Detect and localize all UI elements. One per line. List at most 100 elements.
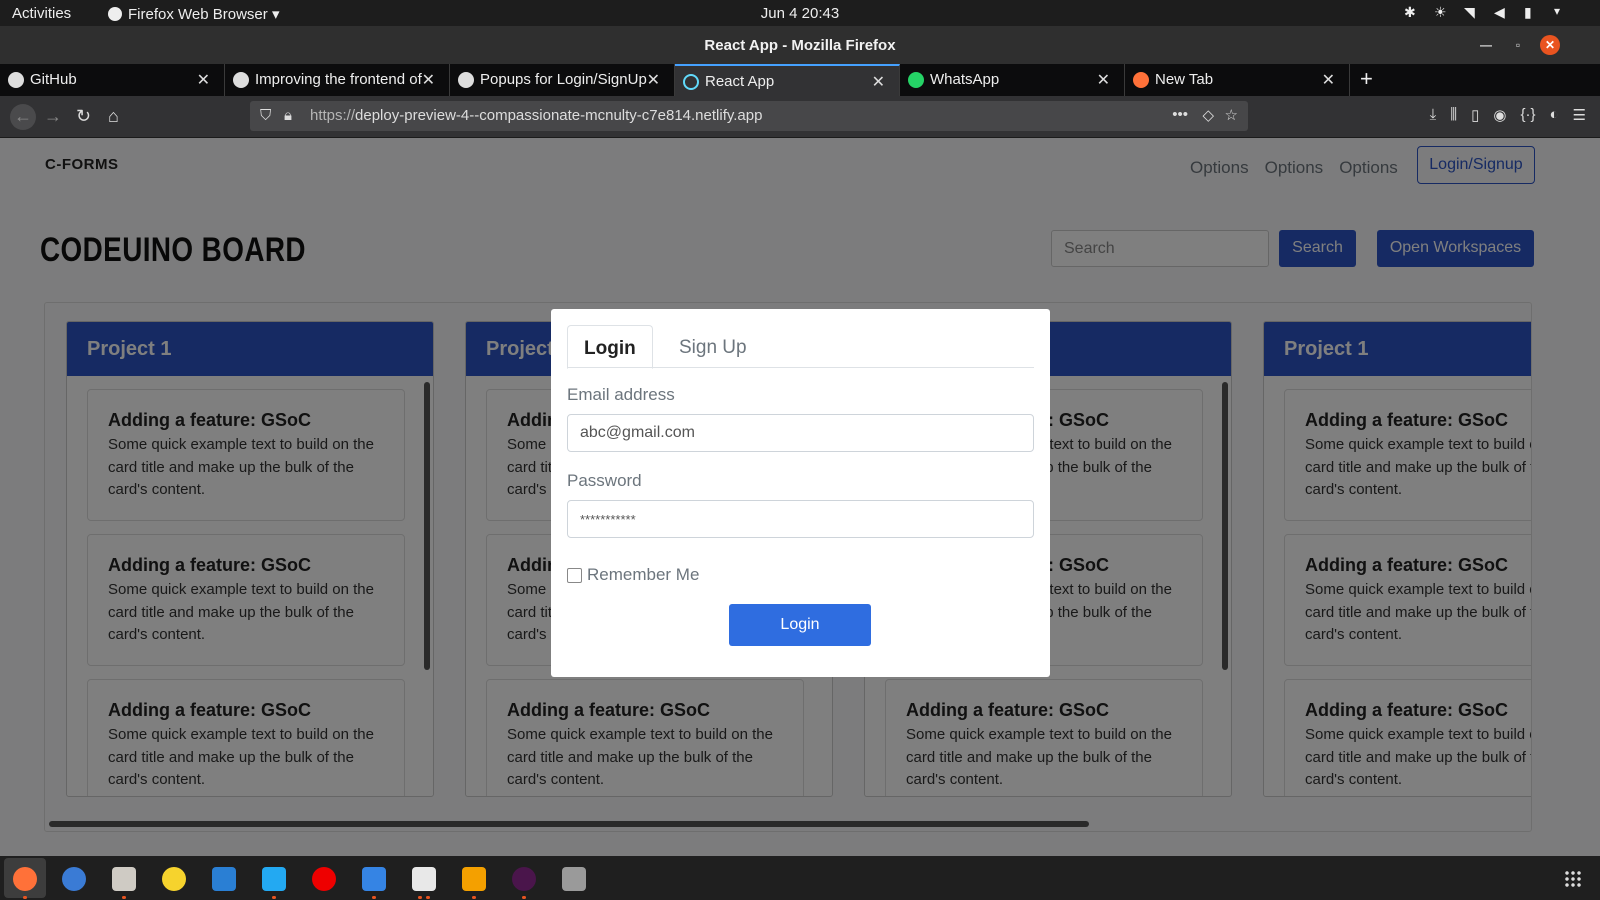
- running-indicator: [122, 896, 126, 899]
- firefox-icon: [1133, 72, 1149, 88]
- back-icon[interactable]: ←: [10, 104, 36, 130]
- window-title: React App - Mozilla Firefox: [704, 37, 896, 54]
- slides-icon[interactable]: [462, 867, 486, 891]
- url-host: deploy-preview-4--compassionate-mcnulty-…: [355, 107, 763, 124]
- address-bar[interactable]: ⛉ 🔒︎ https://deploy-preview-4--compassio…: [250, 101, 1248, 131]
- login-modal: Login Sign Up Email address abc@gmail.co…: [551, 309, 1050, 677]
- close-tab-icon[interactable]: ✕: [422, 70, 435, 90]
- activities-button[interactable]: Activities: [12, 5, 71, 22]
- tab-new-tab[interactable]: New Tab ✕: [1125, 64, 1350, 96]
- show-apps-icon[interactable]: [1564, 870, 1582, 888]
- forward-icon[interactable]: →: [44, 106, 62, 127]
- firefox-icon: [108, 7, 122, 21]
- system-top-bar: Activities Firefox Web Browser ▾ Jun 4 2…: [0, 0, 1600, 26]
- taskbar-dock: [0, 856, 1600, 900]
- disk-icon[interactable]: [562, 867, 586, 891]
- github-icon: [458, 72, 474, 88]
- text-editor-icon[interactable]: [362, 867, 386, 891]
- library-icon[interactable]: ⫼: [1450, 106, 1457, 124]
- caret-down-icon: ▾: [271, 6, 280, 23]
- tab-label: WhatsApp: [930, 71, 1000, 88]
- tab-improving-frontend[interactable]: Improving the frontend of ✕: [225, 64, 450, 96]
- system-tray[interactable]: ✱ ☀ ◥ ◀ ▮ ▾: [1404, 4, 1570, 20]
- maximize-icon[interactable]: ▫: [1508, 35, 1528, 55]
- email-field[interactable]: abc@gmail.com: [567, 414, 1034, 452]
- running-indicator: [23, 896, 27, 899]
- tab-label: React App: [705, 73, 775, 90]
- password-field[interactable]: ***********: [567, 500, 1034, 538]
- wifi-icon[interactable]: ◥: [1464, 4, 1480, 20]
- running-indicator: [418, 896, 422, 899]
- shield-icon[interactable]: ⛉: [260, 107, 271, 124]
- pocket-icon[interactable]: ◇: [1202, 106, 1214, 124]
- reload-icon[interactable]: ↻: [76, 106, 91, 127]
- tab-login[interactable]: Login: [567, 325, 653, 369]
- close-tab-icon[interactable]: ✕: [1097, 70, 1110, 90]
- slack-tray-icon[interactable]: ✱: [1404, 4, 1420, 20]
- running-indicator: [272, 896, 276, 899]
- tab-react-app[interactable]: React App ✕: [675, 64, 900, 96]
- impress-icon[interactable]: [412, 867, 436, 891]
- react-icon: [683, 74, 699, 90]
- menu-icon[interactable]: ☰: [1573, 106, 1586, 124]
- remember-me-row: Remember Me: [567, 565, 699, 585]
- web-page: C-FORMS Options Options Options Login/Si…: [0, 138, 1600, 856]
- new-tab-button[interactable]: +: [1350, 64, 1373, 96]
- running-indicator: [522, 896, 526, 899]
- modal-login-button[interactable]: Login: [729, 604, 871, 646]
- running-indicator: [472, 896, 476, 899]
- running-indicator: [426, 896, 430, 899]
- home-icon[interactable]: ⌂: [108, 106, 119, 127]
- sidebar-icon[interactable]: ▯: [1471, 106, 1479, 124]
- bookmark-star-icon[interactable]: ☆: [1225, 106, 1238, 124]
- password-label: Password: [567, 471, 642, 490]
- tab-label: New Tab: [1155, 71, 1214, 88]
- tab-whatsapp[interactable]: WhatsApp ✕: [900, 64, 1125, 96]
- tab-label: Popups for Login/SignUp: [480, 71, 647, 88]
- navigation-toolbar: ← → ↻ ⌂ ⛉ 🔒︎ https://deploy-preview-4--c…: [0, 96, 1600, 138]
- vscode-icon[interactable]: [262, 867, 286, 891]
- remember-me-checkbox[interactable]: [567, 567, 582, 583]
- whatsapp-icon: [908, 72, 924, 88]
- firefox-icon[interactable]: [13, 867, 37, 891]
- app-menu[interactable]: Firefox Web Browser ▾: [108, 5, 279, 23]
- files-icon[interactable]: [112, 867, 136, 891]
- power-menu-icon[interactable]: ▾: [1554, 4, 1570, 20]
- rhythmbox-icon[interactable]: [162, 867, 186, 891]
- app-menu-label: Firefox Web Browser: [128, 6, 268, 23]
- profile-icon[interactable]: ◐: [1549, 106, 1558, 124]
- remember-me-label[interactable]: Remember Me: [587, 565, 699, 585]
- modal-tabs: Login Sign Up: [567, 325, 1034, 369]
- close-tab-icon[interactable]: ✕: [872, 72, 885, 92]
- tab-github[interactable]: GitHub ✕: [0, 64, 225, 96]
- close-window-icon[interactable]: ✕: [1540, 35, 1560, 55]
- downloads-icon[interactable]: ⤓: [1430, 106, 1437, 124]
- tab-strip: GitHub ✕ Improving the frontend of ✕ Popup…: [0, 64, 1600, 96]
- account-icon[interactable]: ◉: [1493, 106, 1506, 124]
- minimize-icon[interactable]: —: [1476, 35, 1496, 55]
- window-title-bar: React App - Mozilla Firefox — ▫ ✕: [0, 26, 1600, 64]
- close-tab-icon[interactable]: ✕: [197, 70, 210, 90]
- close-tab-icon[interactable]: ✕: [1322, 70, 1335, 90]
- github-icon: [8, 72, 24, 88]
- lock-icon[interactable]: 🔒︎: [284, 107, 292, 124]
- tab-label: Improving the frontend of: [255, 71, 422, 88]
- slack-icon[interactable]: [512, 867, 536, 891]
- toolbar-icons: ⤓ ⫼ ▯ ◉ {·} ◐ ☰: [1430, 106, 1586, 124]
- volume-icon[interactable]: ◀: [1494, 4, 1510, 20]
- window-title-wrap: React App - Mozilla Firefox: [0, 37, 1600, 54]
- clock[interactable]: Jun 4 20:43: [761, 5, 839, 22]
- tab-sign-up[interactable]: Sign Up: [663, 325, 763, 369]
- brightness-icon[interactable]: ☀: [1434, 4, 1450, 20]
- page-actions-icon[interactable]: •••: [1172, 106, 1188, 123]
- url-scheme: https://: [310, 107, 356, 124]
- extension-icon[interactable]: {·}: [1520, 106, 1535, 124]
- thunderbird-icon[interactable]: [62, 867, 86, 891]
- close-tab-icon[interactable]: ✕: [647, 70, 660, 90]
- tab-popups[interactable]: Popups for Login/SignUp ✕: [450, 64, 675, 96]
- writer-icon[interactable]: [212, 867, 236, 891]
- battery-icon[interactable]: ▮: [1524, 4, 1540, 20]
- youtube-music-icon[interactable]: [312, 867, 336, 891]
- email-label: Email address: [567, 385, 675, 404]
- github-icon: [233, 72, 249, 88]
